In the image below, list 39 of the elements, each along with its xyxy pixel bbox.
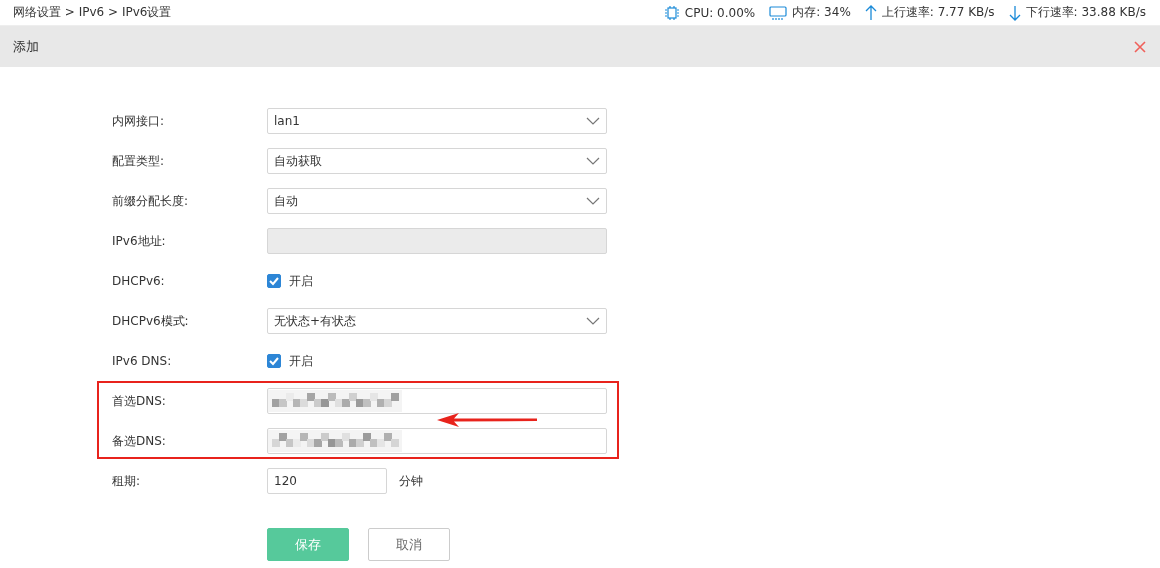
field-label: DHCPv6: [112, 274, 166, 288]
input-field[interactable]: 120 [267, 468, 387, 494]
field-label: 配置类型: [112, 152, 166, 170]
status-text: 内存: 34% [792, 4, 851, 21]
dropdown[interactable]: 无状态+有状态 [267, 308, 607, 334]
chevron-down-icon [586, 317, 600, 325]
checkbox-label: 开启 [289, 272, 313, 290]
checkbox[interactable] [267, 354, 281, 368]
chip-icon [663, 4, 680, 21]
field-label: IPv6 DNS: [112, 354, 173, 368]
input-field[interactable] [267, 388, 607, 414]
chevron-down-icon [586, 197, 600, 205]
breadcrumb: 网络设置 > IPv6 > IPv6设置 [13, 4, 172, 21]
field-label: 租期: [112, 472, 142, 490]
status-text: 下行速率: 33.88 KB/s [1025, 4, 1146, 21]
field-label: 内网接口: [112, 112, 166, 130]
field-label: DHCPv6模式: [112, 312, 190, 330]
field-label: 前缀分配长度: [112, 192, 190, 210]
field-label: 备选DNS: [112, 432, 167, 450]
chevron-down-icon [586, 117, 600, 125]
down-arrow-icon [1008, 4, 1021, 21]
status-text: 上行速率: 7.77 KB/s [881, 4, 995, 21]
status-text: CPU: 0.00% [684, 5, 756, 20]
dropdown[interactable]: 自动 [267, 188, 607, 214]
close-button[interactable] [1134, 40, 1146, 53]
input-field[interactable] [267, 428, 607, 454]
monitor-icon [769, 5, 788, 20]
cancel-button[interactable]: 取消 [368, 528, 450, 561]
close-icon [1134, 40, 1146, 53]
unit-label: 分钟 [399, 472, 423, 490]
field-label: 首选DNS: [112, 392, 167, 410]
dropdown[interactable]: lan1 [267, 108, 607, 134]
up-arrow-icon [864, 4, 877, 21]
checkbox-label: 开启 [289, 352, 313, 370]
checkbox[interactable] [267, 274, 281, 288]
dropdown[interactable]: 自动获取 [267, 148, 607, 174]
chevron-down-icon [586, 157, 600, 165]
dialog-title: 添加 [13, 37, 39, 56]
field-label: IPv6地址: [112, 232, 167, 250]
